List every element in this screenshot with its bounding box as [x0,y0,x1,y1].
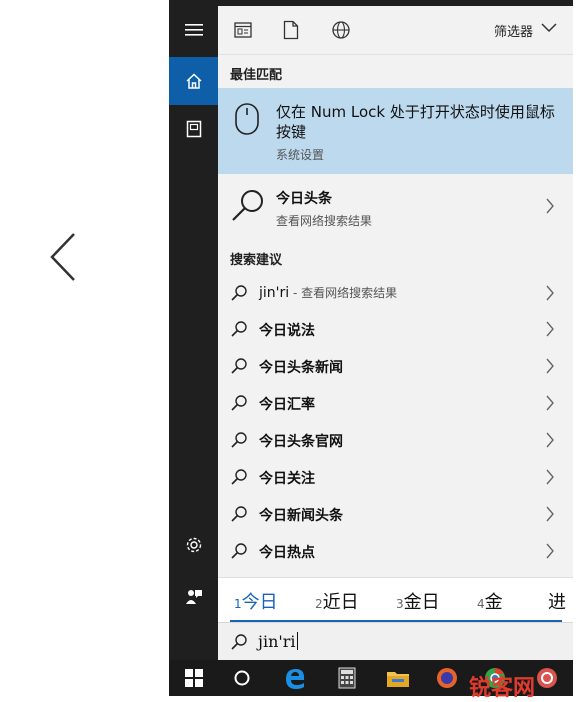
rail-notebook-button[interactable] [169,105,218,153]
ime-candidate-bar: 1今日 2近日 3金日 4金 进 [218,577,573,622]
ime-candidate[interactable]: 1今日 [234,588,278,614]
best-match-subtitle: 系统设置 [276,148,325,162]
suggestion-label: 今日头条新闻 [259,360,343,376]
search-icon [231,543,247,559]
suggestion-query: jin'ri [259,285,290,301]
search-icon [231,506,247,522]
search-icon [231,469,247,485]
suggestion-label: 今日说法 [259,323,315,339]
mouse-icon [235,103,259,135]
suggestion-label: 今日头条官网 [259,434,343,450]
cortana-button[interactable] [222,660,262,696]
hamburger-menu-button[interactable] [169,6,218,54]
edge-browser-icon [286,669,305,689]
suggestion-label: 今日新闻头条 [259,508,343,524]
edge-taskbar-button[interactable] [275,660,315,696]
scrollbar-area[interactable] [573,0,586,696]
chevron-right-icon[interactable] [545,321,555,337]
suggestion-label: 今日关注 [259,471,315,487]
apps-icon [234,22,252,38]
search-icon [231,634,247,650]
rail-feedback-button[interactable] [169,572,218,620]
suggestion-label: jin'ri - 查看网络搜索结果 [259,284,397,301]
windows-start-icon [185,669,203,687]
suggestion-item[interactable]: jin'ri - 查看网络搜索结果 [218,275,573,311]
filter-documents-button[interactable] [280,19,302,41]
suggestion-item[interactable]: 今日头条新闻 [218,348,573,384]
best-match-item[interactable]: 仅在 Num Lock 处于打开状态时使用鼠标按键 系统设置 [218,88,573,174]
start-button[interactable] [174,660,214,696]
suggestions-heading: 搜索建议 [230,253,283,268]
suggestion-item[interactable]: 今日头条官网 [218,422,573,458]
search-icon [231,395,247,411]
web-result-title: 今日头条 [276,191,332,207]
file-explorer-icon [387,672,409,687]
file-explorer-taskbar-button[interactable] [378,660,418,696]
suggestion-hint: - 查看网络搜索结果 [289,286,398,300]
calculator-icon [338,667,356,689]
home-icon [185,73,202,89]
rail-settings-button[interactable] [169,521,218,569]
taskbar: 锐客网 [169,660,573,701]
watermark-text: 锐客网 [469,676,536,701]
ime-candidate[interactable]: 3金日 [396,588,440,614]
best-match-title: 仅在 Num Lock 处于打开状态时使用鼠标按键 [276,103,555,141]
suggestion-item[interactable]: 今日说法 [218,311,573,347]
web-result-item[interactable]: 今日头条 查看网络搜索结果 [218,176,573,236]
search-box[interactable]: jin'ri [218,622,573,661]
search-icon [231,432,247,448]
firefox-icon [437,668,457,688]
chevron-right-icon[interactable] [545,395,555,411]
text-caret [296,632,298,650]
chevron-right-icon[interactable] [545,358,555,374]
filter-web-button[interactable] [330,19,352,41]
firefox-taskbar-button[interactable] [427,660,467,696]
chevron-right-icon[interactable] [545,198,555,214]
suggestion-label: 今日汇率 [259,397,315,413]
search-icon [231,321,247,337]
filter-bar: 筛选器 [218,6,573,55]
chevron-right-icon[interactable] [545,469,555,485]
feedback-icon [185,590,202,604]
back-arrow-icon[interactable] [46,230,80,284]
suggestion-label: 今日热点 [259,545,315,561]
documents-icon [283,20,299,40]
rail-home-button[interactable] [169,57,218,105]
chevron-down-icon[interactable] [541,23,557,33]
web-result-subtitle: 查看网络搜索结果 [276,214,373,228]
chevron-right-icon[interactable] [545,285,555,301]
left-rail [169,0,218,660]
suggestion-item[interactable]: 今日汇率 [218,385,573,421]
ime-candidate[interactable]: 2近日 [315,588,359,614]
search-results: 筛选器 最佳匹配 仅在 Num Lock 处于打开状态时使用鼠标按键 系统设置 … [218,0,573,661]
filter-dropdown-label[interactable]: 筛选器 [494,21,533,40]
hamburger-menu-icon [184,24,203,36]
calculator-taskbar-button[interactable] [327,660,367,696]
suggestion-item[interactable]: 今日热点 [218,533,573,569]
app-icon [537,668,557,688]
ime-candidate[interactable]: 进 [548,588,566,614]
chevron-right-icon[interactable] [545,432,555,448]
filter-apps-button[interactable] [232,19,254,41]
web-globe-icon [332,21,350,39]
search-icon [231,285,247,301]
search-icon [232,190,263,221]
settings-gear-icon [186,537,201,553]
best-match-heading: 最佳匹配 [230,68,283,83]
ime-candidate[interactable]: 4金 [477,588,503,614]
notebook-icon [186,120,201,138]
chevron-right-icon[interactable] [545,506,555,522]
cortana-circle-icon [234,670,250,686]
start-search-panel: 筛选器 最佳匹配 仅在 Num Lock 处于打开状态时使用鼠标按键 系统设置 … [169,0,573,701]
suggestion-item[interactable]: 今日新闻头条 [218,496,573,532]
suggestion-item[interactable]: 今日关注 [218,459,573,495]
search-input[interactable]: jin'ri [258,632,298,651]
chevron-right-icon[interactable] [545,543,555,559]
search-icon [231,358,247,374]
